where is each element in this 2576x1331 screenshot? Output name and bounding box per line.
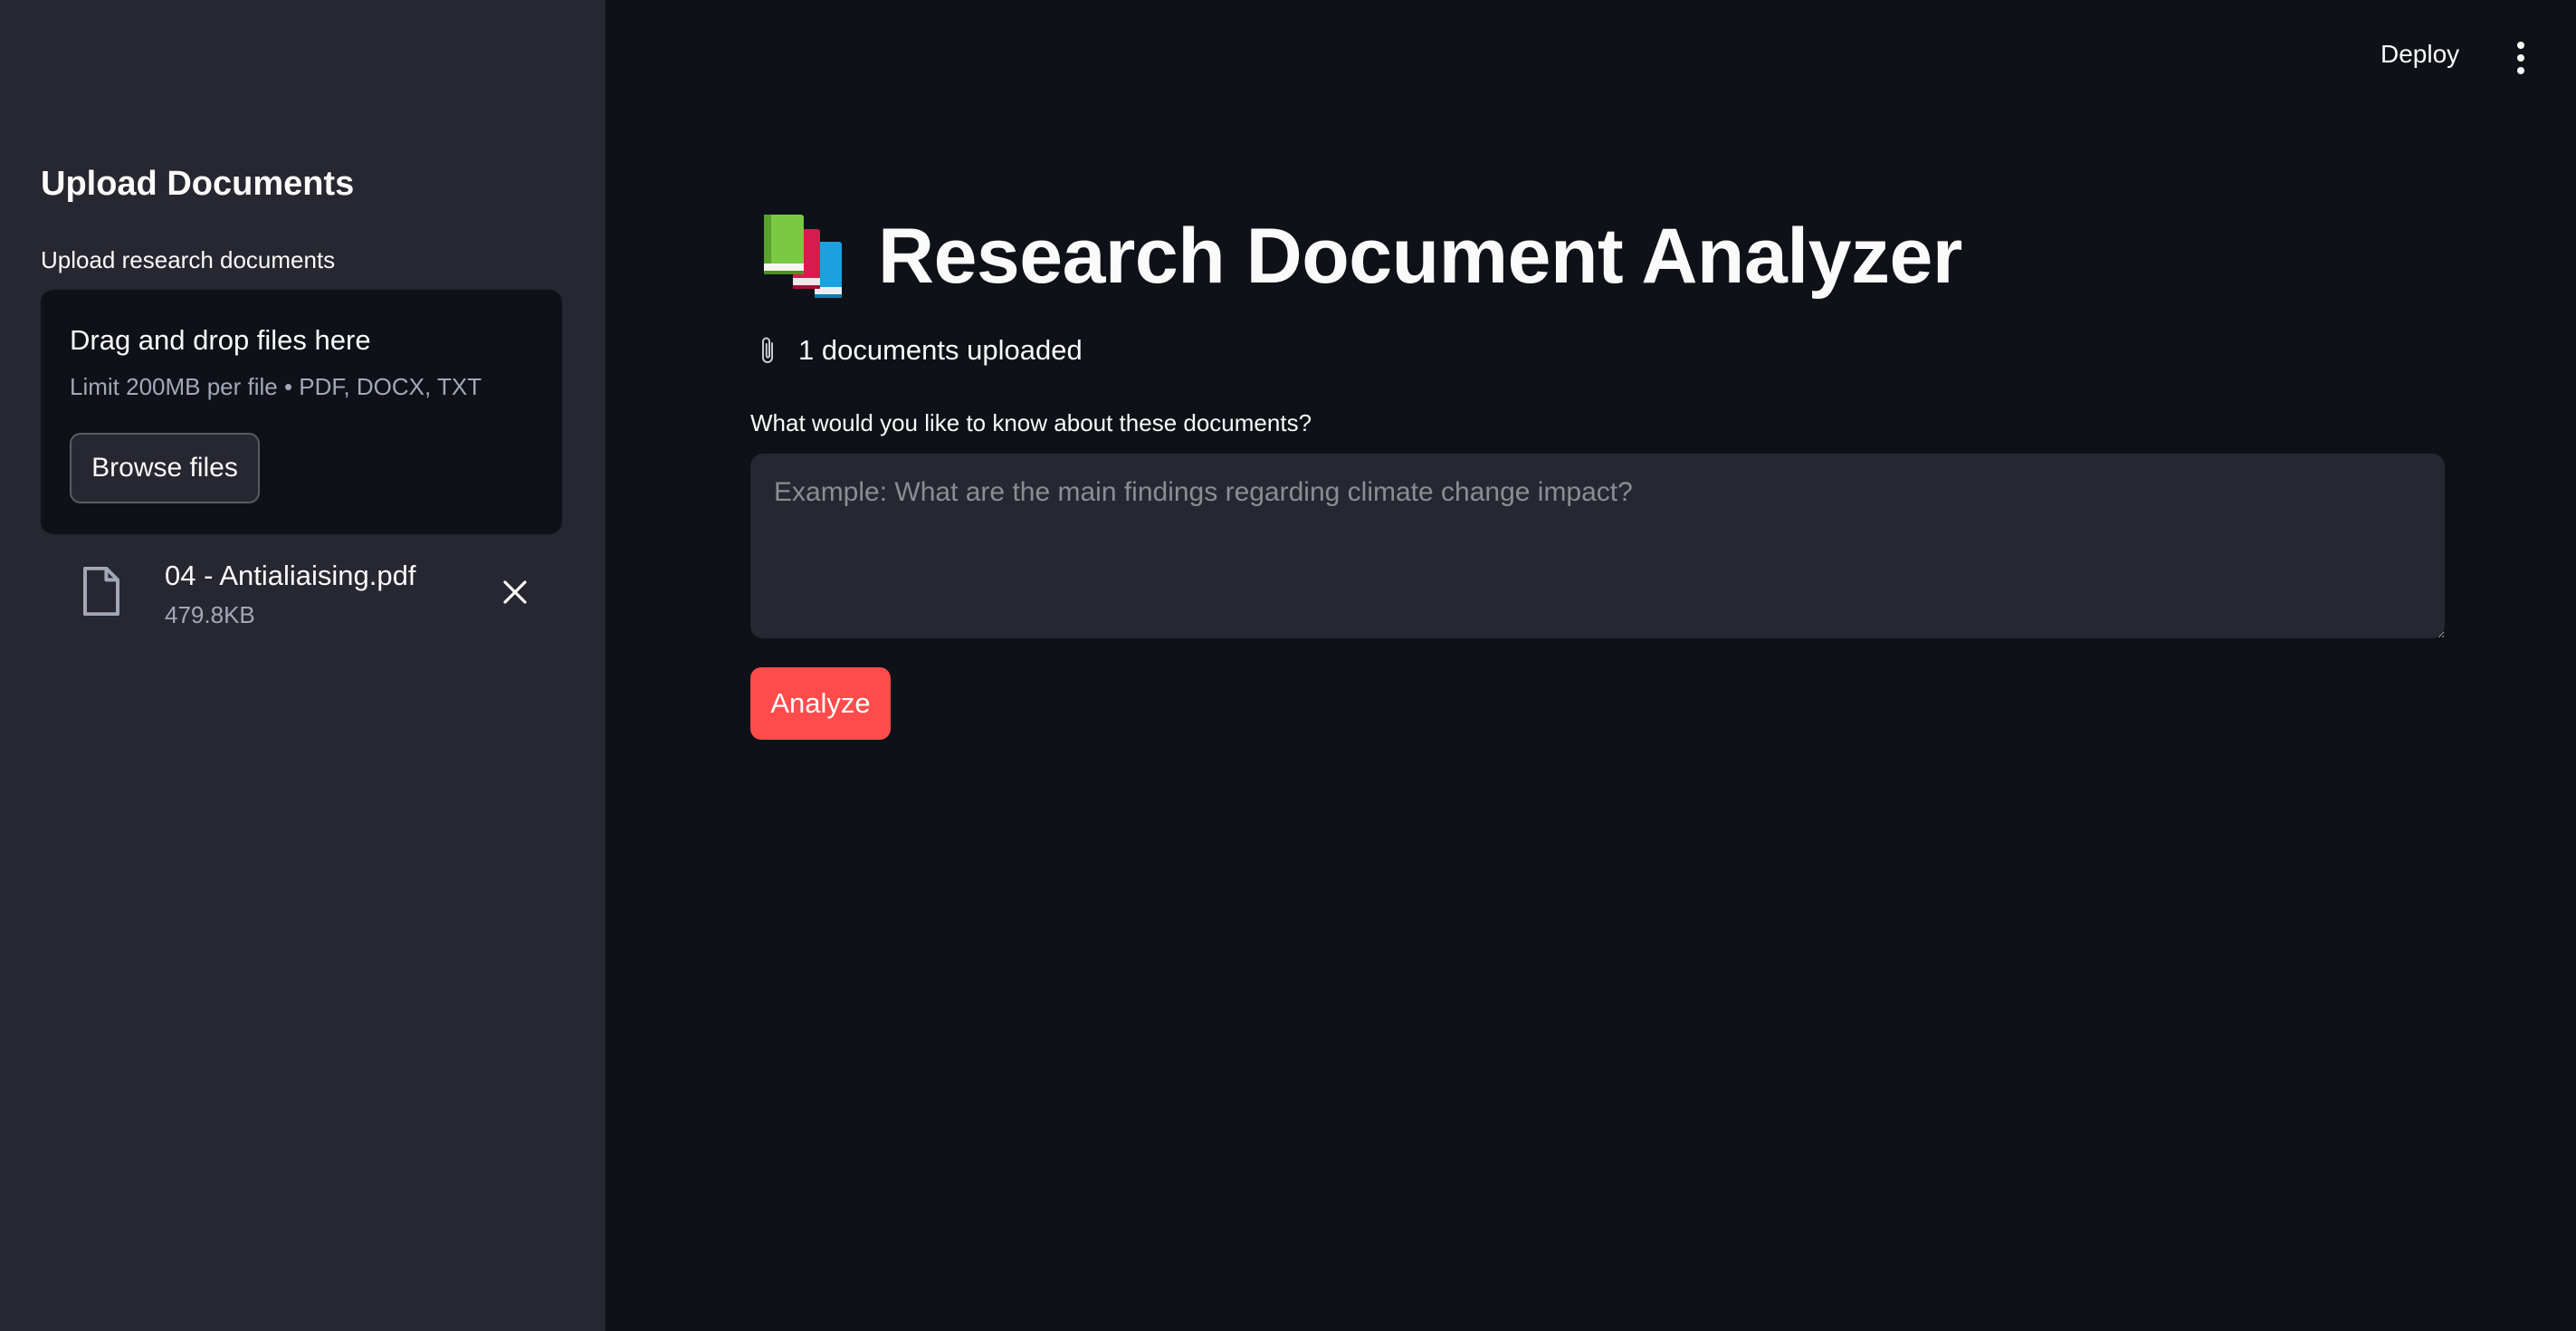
app: Upload Documents Upload research documen… <box>0 0 2576 1331</box>
page-title: Research Document Analyzer <box>878 212 1962 300</box>
sidebar: Upload Documents Upload research documen… <box>0 0 606 1331</box>
uploader-label: Upload research documents <box>41 246 336 273</box>
dropzone-title: Drag and drop files here <box>70 324 371 356</box>
uploaded-file-item: 04 - Antialiaising.pdf 479.8KB <box>41 547 562 628</box>
remove-file-button[interactable] <box>497 574 533 610</box>
books-icon <box>764 215 842 298</box>
deploy-button[interactable]: Deploy <box>2380 40 2459 69</box>
question-label: What would you like to know about these … <box>750 409 1312 436</box>
upload-status-text: 1 documents uploaded <box>798 334 1083 366</box>
paperclip-icon <box>762 337 773 363</box>
upload-status: 1 documents uploaded <box>757 330 1083 370</box>
kebab-menu-icon[interactable] <box>2507 38 2534 78</box>
file-size: 479.8KB <box>165 601 255 628</box>
file-name: 04 - Antialiaising.pdf <box>165 560 416 591</box>
sidebar-title: Upload Documents <box>41 165 355 203</box>
file-dropzone[interactable]: Drag and drop files here Limit 200MB per… <box>41 290 562 534</box>
analyze-button[interactable]: Analyze <box>750 667 891 740</box>
close-icon <box>503 580 527 604</box>
file-icon <box>83 567 119 616</box>
question-input[interactable] <box>750 454 2445 638</box>
page-title-row: Research Document Analyzer <box>760 206 1962 306</box>
browse-files-button[interactable]: Browse files <box>70 433 260 503</box>
dropzone-limits: Limit 200MB per file • PDF, DOCX, TXT <box>70 373 482 400</box>
